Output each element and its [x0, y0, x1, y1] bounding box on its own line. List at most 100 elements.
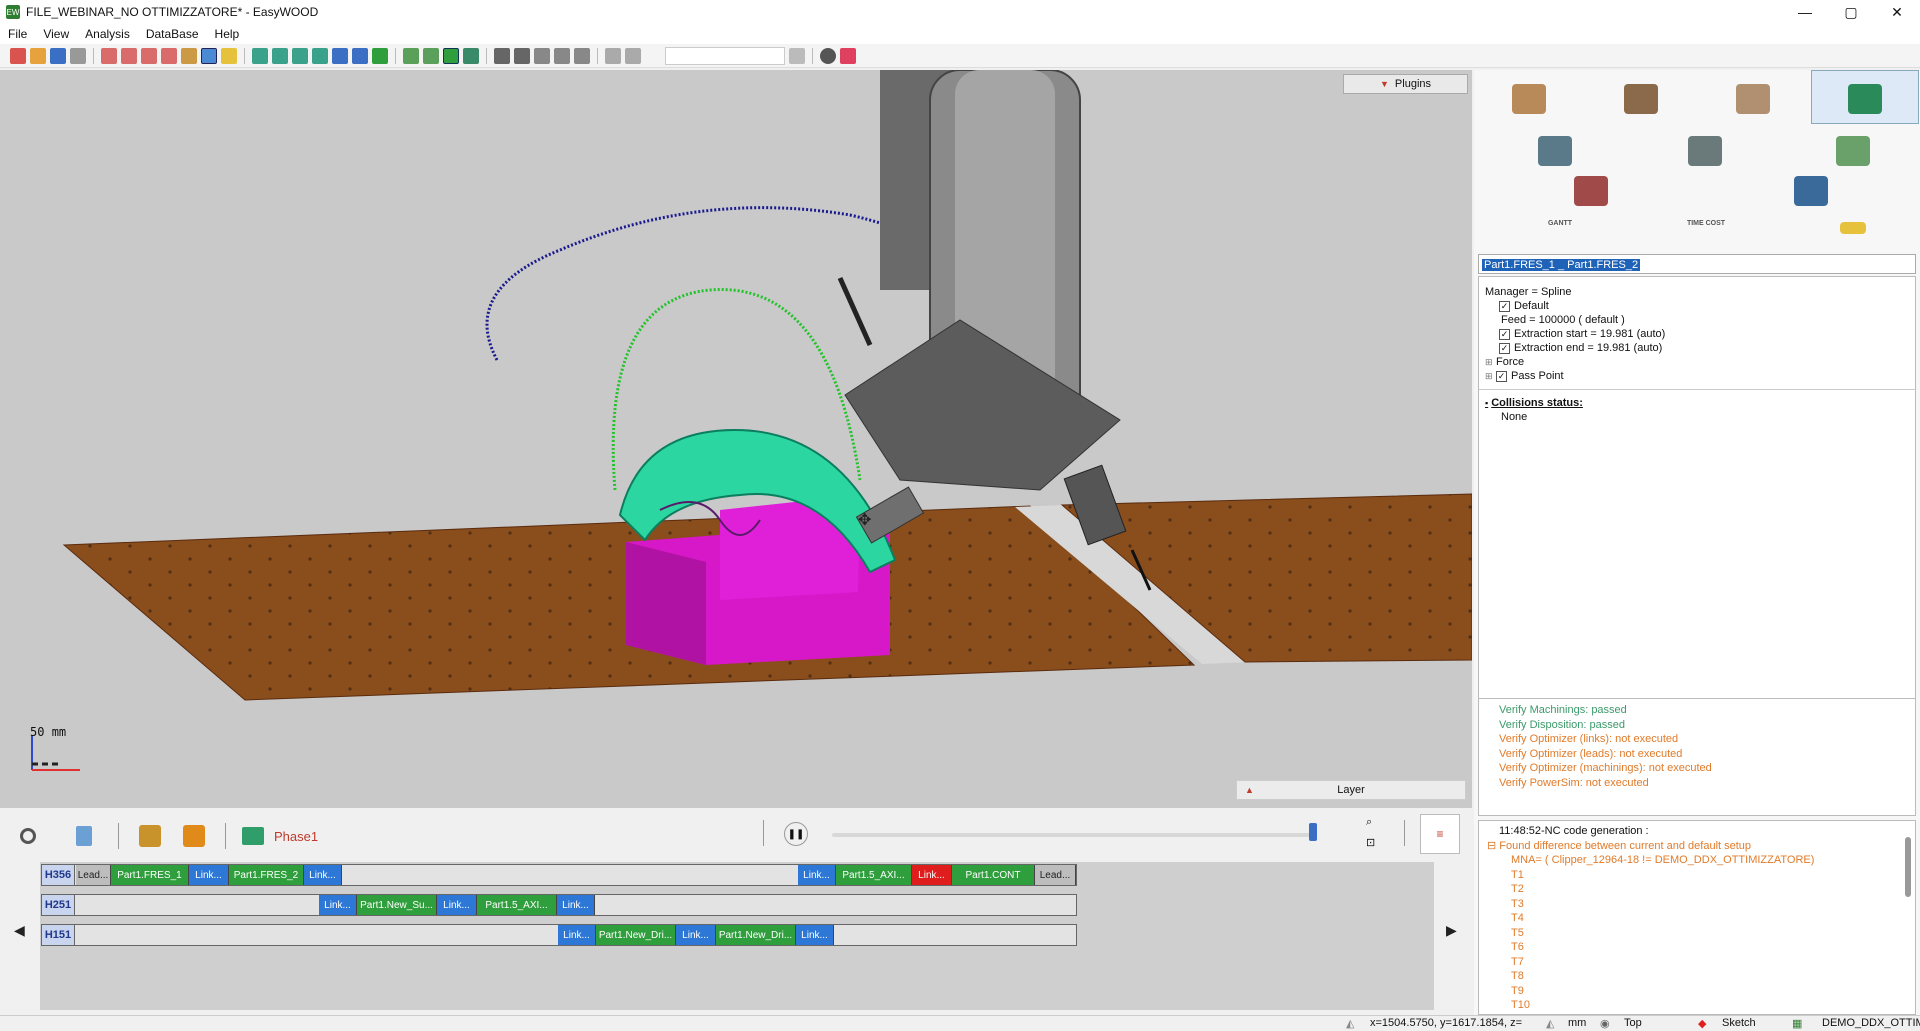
timeline-segment[interactable]: Part1.CONT — [952, 865, 1035, 885]
select-icon[interactable] — [494, 47, 510, 64]
timeline-segment[interactable]: Link... — [437, 895, 477, 915]
cut-icon[interactable] — [554, 47, 570, 64]
3d-viewport[interactable]: ✥ ▼ Plugins 50 mm ▲ Layer — [0, 70, 1472, 808]
time-cost-plugin-icon[interactable]: TIME COST — [1686, 220, 1726, 227]
grid-icon[interactable] — [574, 47, 590, 64]
scroll-right-icon[interactable]: ▶ — [1446, 922, 1457, 939]
prop-default-row[interactable]: ✓ Default — [1485, 299, 1909, 313]
timeline-segment[interactable]: Link... — [558, 925, 596, 945]
prop-extraction-end-row[interactable]: ✓ Extraction end = 19.981 (auto) — [1485, 341, 1909, 355]
scroll-left-icon[interactable]: ◀ — [14, 922, 25, 939]
status-unit[interactable]: mm — [1568, 1017, 1586, 1029]
rotate-icon[interactable] — [201, 47, 217, 64]
checkbox-checked-icon[interactable]: ✓ — [1499, 300, 1510, 312]
timeline-segment[interactable]: Link... — [798, 865, 836, 885]
menu-file[interactable]: File — [0, 27, 35, 41]
drill-plugin-icon[interactable] — [1624, 84, 1658, 114]
checkbox-checked-icon[interactable]: ✓ — [1496, 370, 1507, 382]
collapse-icon[interactable]: ⊟ — [1487, 840, 1499, 852]
timeline-segment[interactable]: Part1.5_AXI... — [477, 895, 557, 915]
menu-database[interactable]: DataBase — [138, 27, 207, 41]
pencil-icon[interactable] — [534, 47, 550, 64]
view-iso-icon[interactable] — [252, 47, 268, 64]
part-plugin-icon[interactable] — [1574, 176, 1608, 206]
timeline-segment[interactable]: Part1.New_Su... — [357, 895, 437, 915]
view-side-icon[interactable] — [312, 47, 328, 64]
menu-help[interactable]: Help — [207, 27, 248, 41]
status-view[interactable]: Top — [1624, 1017, 1642, 1029]
checkbox-checked-icon[interactable]: ✓ — [1499, 328, 1510, 340]
redo-icon[interactable] — [625, 47, 641, 64]
log-scrollbar[interactable] — [1905, 837, 1911, 897]
shield-icon[interactable] — [443, 47, 459, 64]
timeline-segment[interactable]: Link... — [796, 925, 834, 945]
timeline-segment[interactable]: Part1.New_Dri... — [596, 925, 676, 945]
sim-speed-slider[interactable] — [832, 833, 1312, 837]
timeline-segment[interactable]: Link... — [319, 895, 357, 915]
maximize-button[interactable]: ▢ — [1828, 0, 1874, 24]
timeline-segment[interactable]: Part1.5_AXI... — [836, 865, 912, 885]
status-mode[interactable]: Sketch — [1722, 1017, 1756, 1029]
sim-speed-slider-thumb[interactable] — [1309, 823, 1317, 841]
fixture-plugin-icon[interactable] — [1688, 136, 1722, 166]
view-top-icon[interactable] — [272, 47, 288, 64]
timeline-segment[interactable]: Part1.FRES_1 — [111, 865, 189, 885]
timeline-segment[interactable]: Part1.FRES_2 — [229, 865, 304, 885]
view-home-icon[interactable] — [372, 47, 388, 64]
zoom-icon[interactable]: ⌕ — [1366, 816, 1372, 829]
timeline-segment[interactable]: Lead... — [76, 865, 111, 885]
filter-icon[interactable]: ≡ — [1420, 814, 1460, 854]
layer-combobox[interactable] — [665, 46, 785, 65]
layer-button[interactable]: ▲ Layer — [1236, 780, 1466, 800]
view-front-icon[interactable] — [292, 47, 308, 64]
trash-icon[interactable] — [76, 826, 92, 846]
save-icon[interactable] — [50, 47, 66, 64]
open-file-icon[interactable] — [30, 47, 46, 64]
zoom-window-icon[interactable] — [141, 47, 157, 64]
settings-gear-icon[interactable] — [20, 828, 36, 844]
shield-check-icon[interactable] — [463, 47, 479, 64]
camera-icon[interactable] — [514, 47, 530, 64]
timeline-area[interactable]: H356 Lead... Part1.FRES_1 Link... Part1.… — [40, 862, 1434, 1010]
print-icon[interactable] — [70, 47, 86, 64]
timeline-segment[interactable]: Part1.New_Dri... — [716, 925, 796, 945]
tools-plugin-icon[interactable] — [1794, 176, 1828, 206]
record-icon[interactable] — [840, 47, 856, 64]
machine-icon[interactable] — [403, 47, 419, 64]
machine-plugin-icon[interactable] — [1848, 84, 1882, 114]
plugins-button[interactable]: ▼ Plugins — [1343, 74, 1468, 94]
menu-analysis[interactable]: Analysis — [77, 27, 138, 41]
selected-entity-field[interactable]: Part1.FRES_1 _ Part1.FRES_2 — [1478, 254, 1916, 274]
scene-render[interactable]: ✥ — [0, 70, 1472, 808]
stock-plugin-icon[interactable] — [1836, 136, 1870, 166]
pan-icon[interactable] — [181, 47, 197, 64]
prop-extraction-start-row[interactable]: ✓ Extraction start = 19.981 (auto) — [1485, 327, 1909, 341]
undo-icon[interactable] — [605, 47, 621, 64]
tool-plugin-icon[interactable] — [1538, 136, 1572, 166]
prop-pass-point-row[interactable]: ⊞ ✓ Pass Point — [1485, 369, 1909, 383]
timeline-segment[interactable]: Link... — [912, 865, 952, 885]
prop-force-row[interactable]: ⊞ Force — [1485, 355, 1909, 369]
zoom-in-icon[interactable] — [101, 47, 117, 64]
fit-icon[interactable]: ⊡ — [1366, 836, 1375, 849]
pause-button[interactable]: ❚❚ — [784, 822, 808, 846]
gantt-plugin-icon[interactable]: GANTT — [1536, 220, 1584, 227]
close-button[interactable]: ✕ — [1874, 0, 1920, 24]
user-icon[interactable] — [820, 47, 836, 64]
nc-log-panel[interactable]: 11:48:52-NC code generation : ⊟ Found di… — [1478, 820, 1916, 1015]
zoom-out-icon[interactable] — [121, 47, 137, 64]
measure-icon[interactable] — [221, 47, 237, 64]
menu-view[interactable]: View — [35, 27, 77, 41]
minimize-button[interactable]: — — [1782, 0, 1828, 24]
timeline-segment[interactable]: Link... — [189, 865, 229, 885]
view-cube-icon[interactable] — [332, 47, 348, 64]
panel-plugin-icon[interactable] — [1736, 84, 1770, 114]
timeline-segment[interactable]: Link... — [557, 895, 595, 915]
tool-icon[interactable] — [423, 47, 439, 64]
phase-label[interactable]: Phase1 — [274, 829, 318, 844]
view-sphere-icon[interactable] — [352, 47, 368, 64]
hammer-icon[interactable] — [183, 825, 205, 847]
status-machine[interactable]: DEMO_DDX_OTTIM — [1822, 1017, 1920, 1029]
saw-plugin-icon[interactable] — [1512, 84, 1546, 114]
expand-icon[interactable]: ⊞ — [1485, 371, 1494, 382]
